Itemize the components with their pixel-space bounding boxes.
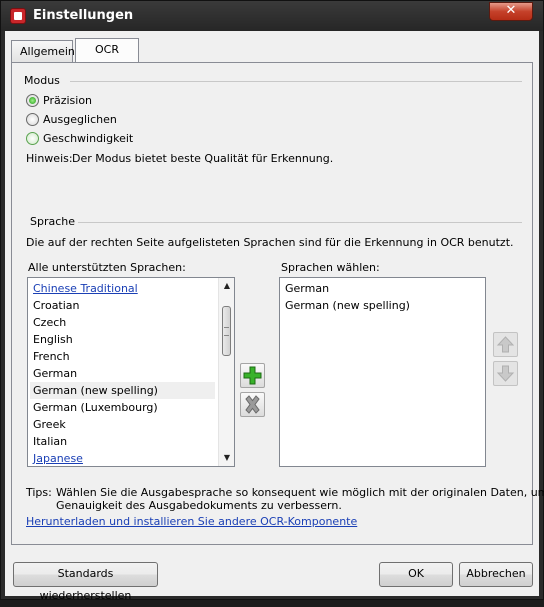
list-item[interactable]: Italian <box>30 433 67 450</box>
radio-label: Präzision <box>43 94 93 107</box>
arrow-down-icon <box>496 365 515 382</box>
settings-dialog: Einstellungen ✕ Allgemein OCR Modus Präz… <box>0 0 544 602</box>
list-item[interactable]: German <box>30 365 77 382</box>
radio-button[interactable] <box>26 132 39 145</box>
title-bar[interactable]: Einstellungen ✕ <box>1 1 543 31</box>
list-item[interactable]: German <box>282 280 329 297</box>
window-title: Einstellungen <box>33 8 134 23</box>
tips-line-1: Wählen Sie die Ausgabesprache so konsequ… <box>56 486 544 499</box>
ok-button[interactable]: OK <box>379 562 453 587</box>
add-language-button[interactable] <box>240 363 265 388</box>
list-item[interactable]: Croatian <box>30 297 80 314</box>
radio-label: Geschwindigkeit <box>43 132 134 145</box>
move-down-button[interactable] <box>493 361 518 386</box>
move-up-button[interactable] <box>493 332 518 357</box>
restore-defaults-button[interactable]: Standards wiederherstellen <box>13 562 158 602</box>
tab-allgemein[interactable]: Allgemein <box>11 40 75 62</box>
remove-language-button[interactable] <box>240 392 265 417</box>
download-ocr-link[interactable]: Herunterladen und installieren Sie ander… <box>26 515 357 528</box>
list-item[interactable]: Greek <box>30 416 66 433</box>
close-button[interactable]: ✕ <box>489 2 533 21</box>
modus-divider <box>70 81 522 82</box>
hint-text: Der Modus bietet beste Qualität für Erke… <box>72 152 334 165</box>
cross-icon <box>245 395 260 414</box>
arrow-up-icon <box>496 336 515 353</box>
radio-label: Ausgeglichen <box>43 113 117 126</box>
scrollbar-thumb[interactable] <box>222 306 231 356</box>
cancel-button[interactable]: Abbrechen <box>459 562 533 587</box>
list-item[interactable]: Japanese <box>30 450 83 466</box>
modus-heading: Modus <box>24 74 60 87</box>
hint-label: Hinweis: <box>26 152 73 165</box>
list-item[interactable]: German (Luxembourg) <box>30 399 158 416</box>
tips-line-2: Genauigkeit des Ausgabedokuments zu verb… <box>56 499 342 512</box>
all-languages-label: Alle unterstützten Sprachen: <box>28 261 186 274</box>
sprache-description: Die auf der rechten Seite aufgelisteten … <box>26 236 514 249</box>
list-item[interactable]: German (new spelling) <box>30 382 215 399</box>
radio-button[interactable] <box>26 113 39 126</box>
plus-icon <box>243 366 262 385</box>
list-item[interactable]: French <box>30 348 70 365</box>
list-item[interactable]: German (new spelling) <box>282 297 410 314</box>
tips-label: Tips: <box>26 486 52 499</box>
vertical-scrollbar[interactable]: ▲ ▼ <box>218 278 234 466</box>
scroll-up-arrow-icon[interactable]: ▲ <box>219 278 234 294</box>
selected-languages-list[interactable]: German German (new spelling) <box>279 277 486 467</box>
all-languages-list[interactable]: Chinese Traditional Croatian Czech Engli… <box>27 277 235 467</box>
list-item[interactable]: English <box>30 331 73 348</box>
sprache-divider <box>78 222 522 223</box>
tab-ocr[interactable]: OCR <box>75 38 139 63</box>
list-item[interactable]: Czech <box>30 314 66 331</box>
app-logo-icon <box>10 8 26 24</box>
list-item[interactable]: Chinese Traditional <box>30 280 138 297</box>
sprache-heading: Sprache <box>30 215 76 228</box>
dialog-content: Allgemein OCR Modus Präzision Ausgeglich… <box>5 31 544 602</box>
selected-languages-label: Sprachen wählen: <box>281 261 380 274</box>
scroll-down-arrow-icon[interactable]: ▼ <box>219 450 234 466</box>
ocr-tab-panel: Modus Präzision Ausgeglichen Geschwindig… <box>11 62 544 545</box>
radio-button-checked[interactable] <box>26 94 39 107</box>
